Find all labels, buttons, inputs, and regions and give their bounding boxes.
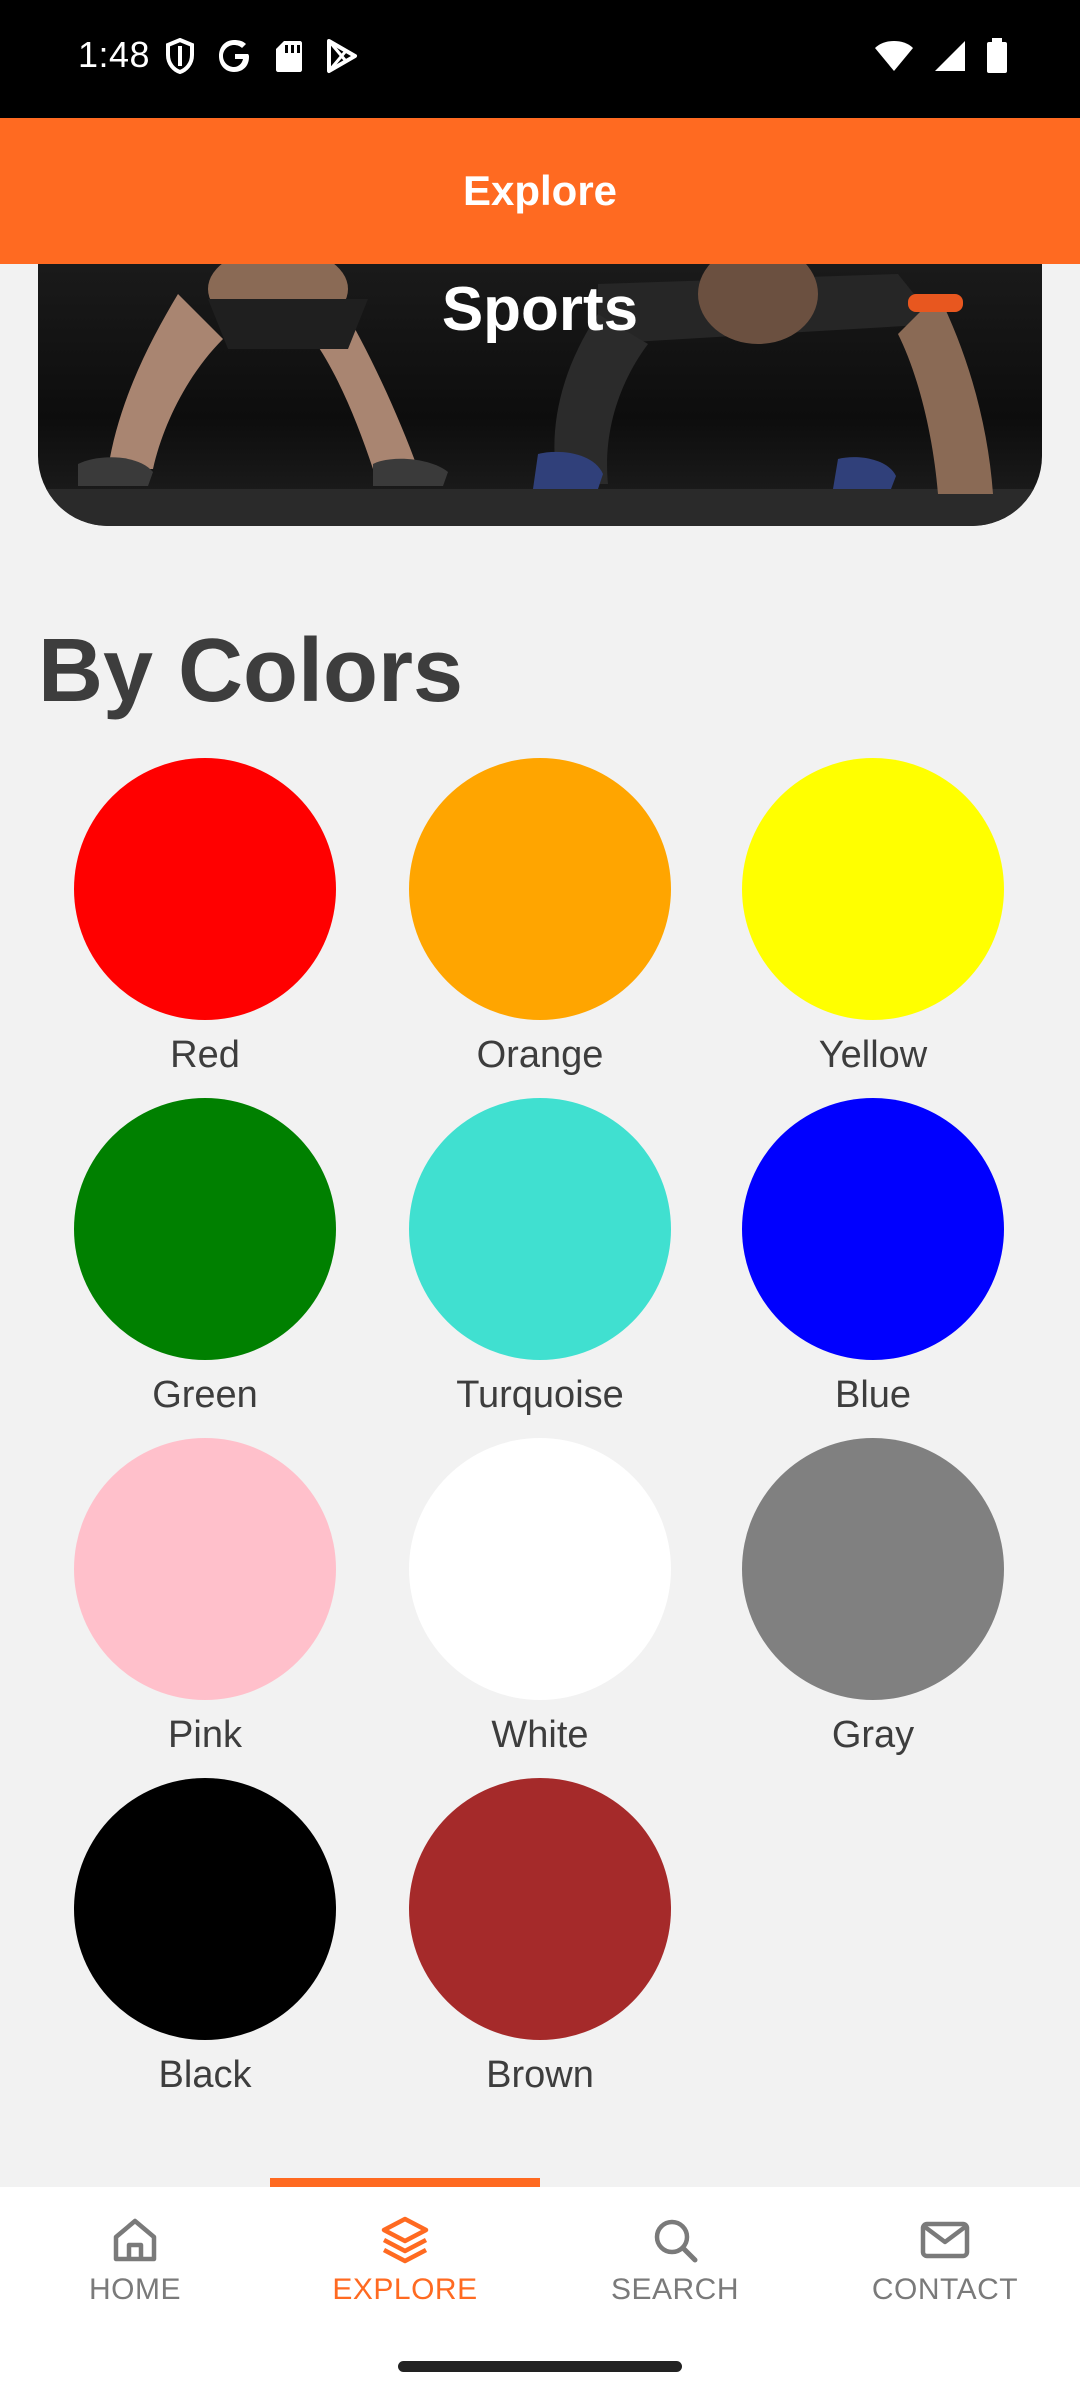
home-icon	[113, 2218, 157, 2262]
layers-icon	[381, 2216, 429, 2264]
color-label: Brown	[486, 2054, 594, 2096]
color-item-brown[interactable]: Brown	[390, 1778, 690, 2097]
color-item-turquoise[interactable]: Turquoise	[390, 1098, 690, 1417]
nav-item-search[interactable]: SEARCH	[540, 2187, 810, 2333]
google-icon	[219, 40, 249, 72]
color-label: Red	[170, 1034, 240, 1076]
app-bar: Explore	[0, 118, 1080, 264]
color-item-orange[interactable]: Orange	[390, 758, 690, 1077]
nav-item-home[interactable]: HOME	[0, 2187, 270, 2333]
status-bar: 1:48	[0, 0, 1080, 118]
status-left-icons	[165, 38, 359, 74]
color-item-pink[interactable]: Pink	[55, 1438, 355, 1757]
color-item-gray[interactable]: Gray	[723, 1438, 1023, 1757]
color-label: Black	[158, 2054, 252, 2096]
color-item-yellow[interactable]: Yellow	[723, 758, 1023, 1077]
status-right-icons	[874, 38, 1008, 74]
color-swatch[interactable]	[409, 1778, 671, 2040]
color-label: Blue	[834, 1374, 912, 1416]
gesture-area	[0, 2333, 1080, 2400]
play-store-icon	[327, 39, 357, 73]
sports-category-banner[interactable]: Sports	[38, 264, 1042, 526]
color-label: Pink	[168, 1714, 242, 1756]
sd-card-icon	[276, 41, 302, 72]
nav-item-explore[interactable]: EXPLORE	[270, 2187, 540, 2333]
nav-item-contact[interactable]: CONTACT	[810, 2187, 1080, 2333]
color-item-green[interactable]: Green	[55, 1098, 355, 1417]
nav-label: CONTACT	[871, 2273, 1019, 2306]
color-item-white[interactable]: White	[390, 1438, 690, 1757]
home-gesture-bar[interactable]	[398, 2361, 682, 2372]
signal-icon	[935, 41, 965, 71]
color-label: Green	[152, 1374, 258, 1416]
color-label: White	[491, 1714, 589, 1756]
color-swatch[interactable]	[74, 1778, 336, 2040]
banner-label: Sports	[441, 275, 639, 344]
color-swatch[interactable]	[409, 758, 671, 1020]
color-swatch[interactable]	[409, 1098, 671, 1360]
section-title: By Colors	[38, 621, 464, 721]
color-label: Yellow	[818, 1034, 928, 1076]
bottom-nav: HOME EXPLORE SEARCH CONTACT	[0, 2187, 1080, 2333]
color-item-blue[interactable]: Blue	[723, 1098, 1023, 1417]
nav-label: EXPLORE	[332, 2273, 478, 2306]
status-time: 1:48	[78, 34, 151, 75]
nav-label: HOME	[89, 2273, 181, 2306]
shield-icon	[166, 38, 194, 74]
wifi-icon	[875, 41, 913, 71]
color-label: Gray	[831, 1714, 915, 1756]
explore-content[interactable]: Sports By Colors Red Orange Yellow Green…	[0, 264, 1080, 2184]
color-swatch[interactable]	[74, 1098, 336, 1360]
nav-label: SEARCH	[610, 2273, 740, 2306]
color-label: Orange	[476, 1034, 604, 1076]
color-swatch[interactable]	[742, 1098, 1004, 1360]
active-tab-indicator	[270, 2178, 540, 2187]
color-swatch[interactable]	[409, 1438, 671, 1700]
color-swatch[interactable]	[742, 758, 1004, 1020]
search-icon	[654, 2219, 698, 2263]
color-swatch[interactable]	[74, 1438, 336, 1700]
page-title: Explore	[462, 167, 618, 214]
color-item-black[interactable]: Black	[55, 1778, 355, 2097]
color-swatch[interactable]	[742, 1438, 1004, 1700]
color-item-red[interactable]: Red	[55, 758, 355, 1077]
mail-icon	[920, 2221, 970, 2259]
color-label: Turquoise	[456, 1374, 624, 1416]
color-swatch[interactable]	[74, 758, 336, 1020]
battery-icon	[987, 38, 1007, 73]
